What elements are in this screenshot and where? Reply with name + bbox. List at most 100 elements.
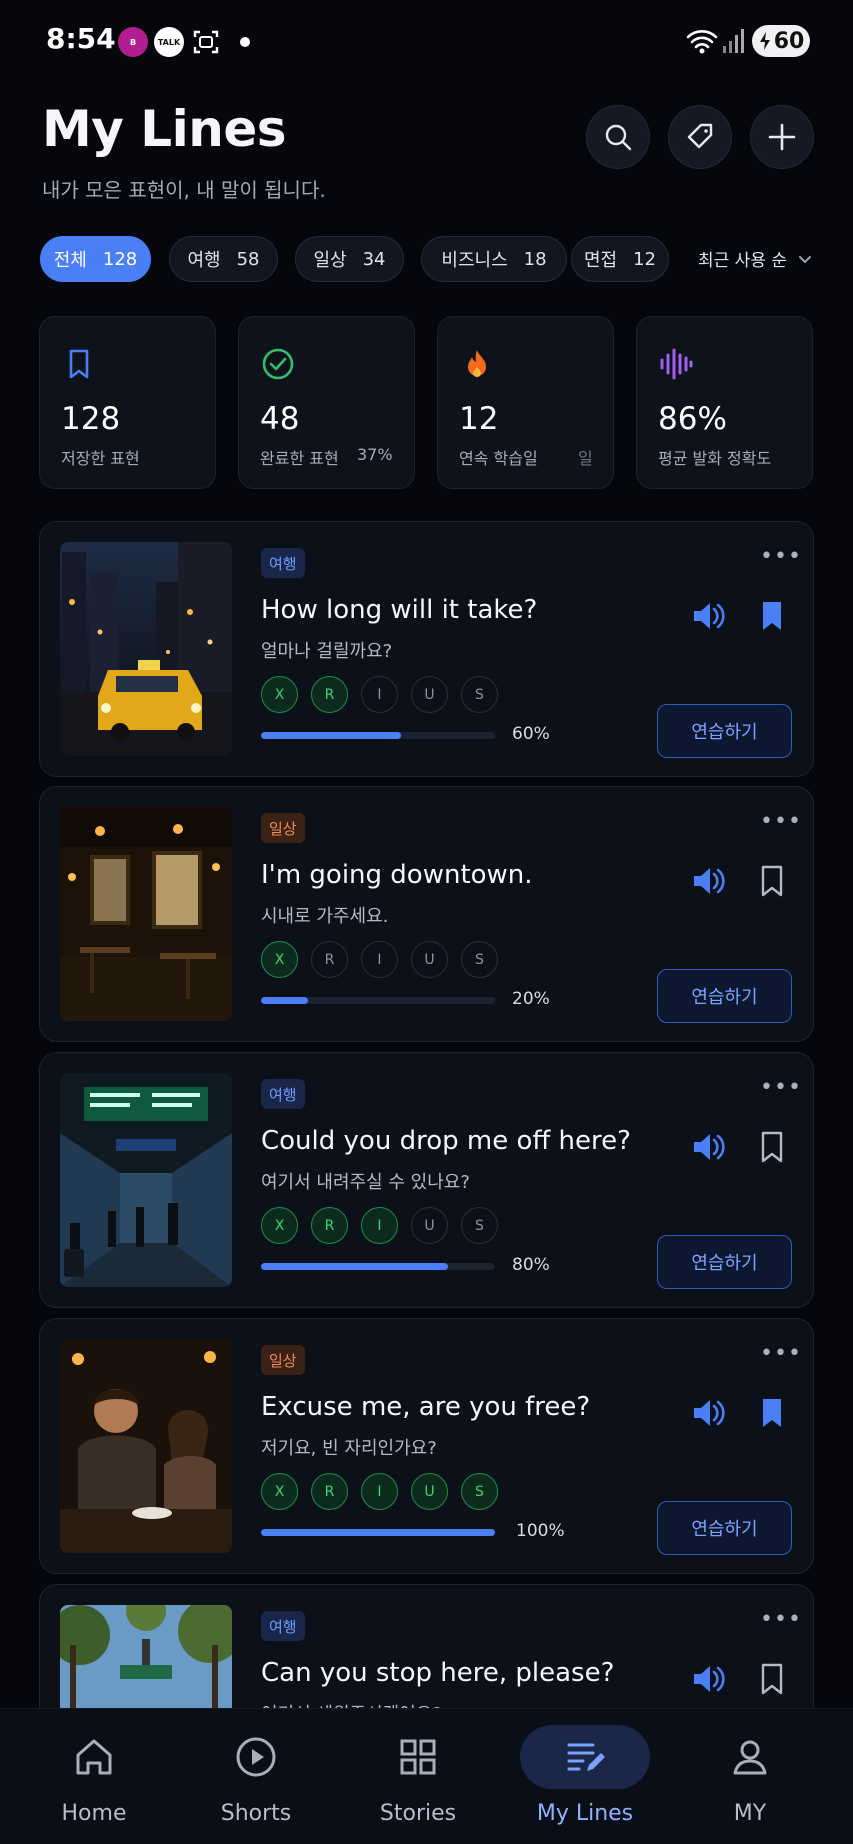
chip-count: 18 bbox=[523, 248, 547, 270]
category-tag: 여행 bbox=[261, 548, 305, 578]
english-phrase: Could you drop me off here? bbox=[261, 1126, 631, 1156]
nav-label: My Lines bbox=[536, 1801, 634, 1826]
status-time: 8:54 bbox=[46, 22, 116, 55]
stage-i: I bbox=[361, 941, 398, 978]
screenshot-icon bbox=[191, 27, 221, 57]
progress-fill bbox=[261, 1529, 495, 1536]
category-tag: 여행 bbox=[261, 1079, 305, 1109]
chip-count: 58 bbox=[236, 248, 260, 270]
filter-chip-travel[interactable]: 여행 58 bbox=[169, 236, 278, 282]
bookmark-icon bbox=[69, 349, 89, 379]
nav-item-shorts[interactable]: Shorts bbox=[176, 1709, 336, 1844]
bookmark-outline-icon[interactable] bbox=[754, 863, 790, 899]
more-options-button[interactable]: ••• bbox=[760, 544, 802, 569]
busan-food-icon: B bbox=[118, 27, 148, 57]
stage-s: S bbox=[461, 1207, 498, 1244]
nav-item-stories[interactable]: Stories bbox=[338, 1709, 498, 1844]
practice-button[interactable]: 연습하기 bbox=[657, 1235, 792, 1289]
add-line-button[interactable] bbox=[750, 105, 814, 169]
search-button[interactable] bbox=[586, 105, 650, 169]
stage-s: S bbox=[461, 676, 498, 713]
korean-translation: 저기요, 빈 자리인가요? bbox=[261, 1438, 437, 1459]
person-icon bbox=[733, 1740, 767, 1775]
stage-r: R bbox=[311, 676, 348, 713]
more-options-button[interactable]: ••• bbox=[760, 1341, 802, 1366]
stat-label: 연속 학습일 bbox=[459, 449, 538, 468]
home-icon bbox=[76, 1739, 112, 1775]
progress-fill bbox=[261, 997, 308, 1004]
scene-image-city-taxi bbox=[60, 542, 232, 756]
progress-percent: 80% bbox=[512, 1255, 550, 1275]
grid-icon bbox=[400, 1739, 436, 1775]
stage-indicators: X R I U S bbox=[261, 1207, 498, 1244]
stage-s: S bbox=[461, 1473, 498, 1510]
filter-chip-all[interactable]: 전체 128 bbox=[40, 236, 151, 282]
progress-percent: 100% bbox=[516, 1521, 565, 1541]
nav-label: Stories bbox=[379, 1801, 457, 1826]
nav-item-home[interactable]: Home bbox=[14, 1709, 174, 1844]
practice-button[interactable]: 연습하기 bbox=[657, 704, 792, 758]
search-icon bbox=[605, 124, 632, 151]
stage-x: X bbox=[261, 676, 298, 713]
tag-button[interactable] bbox=[668, 105, 732, 169]
speaker-icon[interactable] bbox=[690, 863, 726, 899]
speaker-icon[interactable] bbox=[690, 1395, 726, 1431]
nav-label: MY bbox=[733, 1801, 767, 1826]
speaker-icon[interactable] bbox=[690, 1661, 726, 1697]
bookmark-filled-icon[interactable] bbox=[754, 1395, 790, 1431]
more-options-button[interactable]: ••• bbox=[760, 1607, 802, 1632]
filter-chip-interview[interactable]: 면접 12 bbox=[571, 236, 669, 282]
tag-icon bbox=[687, 123, 713, 149]
stat-value: 12 bbox=[459, 401, 499, 437]
flame-icon bbox=[468, 350, 486, 377]
chip-count: 34 bbox=[362, 248, 386, 270]
progress-bar bbox=[261, 1529, 495, 1536]
english-phrase: Can you stop here, please? bbox=[261, 1658, 615, 1688]
stat-card-completed: 48 완료한 표현 37% bbox=[238, 316, 415, 489]
more-options-button[interactable]: ••• bbox=[760, 1075, 802, 1100]
progress-bar bbox=[261, 1263, 495, 1270]
speaker-icon[interactable] bbox=[690, 598, 726, 634]
line-card[interactable]: 일상 ••• I'm going downtown. 시내로 가주세요. X R… bbox=[39, 786, 814, 1042]
korean-translation: 얼마나 걸릴까요? bbox=[261, 641, 393, 662]
chip-label: 면접 bbox=[583, 250, 618, 271]
stage-indicators: X R I U S bbox=[261, 1473, 498, 1510]
more-options-button[interactable]: ••• bbox=[760, 809, 802, 834]
stat-card-saved: 128 저장한 표현 bbox=[39, 316, 216, 489]
korean-translation: 시내로 가주세요. bbox=[261, 906, 389, 927]
speaker-icon[interactable] bbox=[690, 1129, 726, 1165]
scene-image-airport bbox=[60, 1073, 232, 1287]
stage-i: I bbox=[361, 676, 398, 713]
nav-item-my[interactable]: MY bbox=[670, 1709, 830, 1844]
progress-fill bbox=[261, 1263, 449, 1270]
progress-fill bbox=[261, 732, 402, 739]
filter-chip-business[interactable]: 비즈니스 18 bbox=[421, 236, 567, 282]
bottom-navigation: Home Shorts Stories My Lines MY bbox=[0, 1708, 853, 1844]
stage-indicators: X R I U S bbox=[261, 676, 498, 713]
english-phrase: How long will it take? bbox=[261, 595, 538, 625]
stage-u: U bbox=[411, 1473, 448, 1510]
chip-label: 전체 bbox=[53, 250, 87, 271]
practice-button[interactable]: 연습하기 bbox=[657, 969, 792, 1023]
notes-edit-icon bbox=[567, 1743, 605, 1771]
progress-bar bbox=[261, 997, 495, 1004]
category-tag: 일상 bbox=[261, 1345, 305, 1375]
stage-i: I bbox=[361, 1207, 398, 1244]
nav-item-my-lines[interactable]: My Lines bbox=[505, 1709, 665, 1844]
chip-label: 여행 bbox=[187, 250, 221, 271]
filter-chip-daily[interactable]: 일상 34 bbox=[295, 236, 404, 282]
stat-card-streak: 12 연속 학습일 일 bbox=[437, 316, 614, 489]
chip-label: 일상 bbox=[313, 250, 347, 271]
stage-u: U bbox=[411, 941, 448, 978]
line-card[interactable]: 여행 ••• How long will it take? 얼마나 걸릴까요? … bbox=[39, 521, 814, 777]
bookmark-outline-icon[interactable] bbox=[754, 1661, 790, 1697]
practice-button[interactable]: 연습하기 bbox=[657, 1501, 792, 1555]
line-card[interactable]: 일상 ••• Excuse me, are you free? 저기요, 빈 자… bbox=[39, 1318, 814, 1574]
progress-percent: 20% bbox=[512, 989, 550, 1009]
bookmark-filled-icon[interactable] bbox=[754, 598, 790, 634]
bookmark-outline-icon[interactable] bbox=[754, 1129, 790, 1165]
plus-icon bbox=[768, 123, 796, 151]
line-card[interactable]: 여행 ••• Could you drop me off here? 여기서 내… bbox=[39, 1052, 814, 1308]
chip-count: 12 bbox=[633, 248, 657, 270]
sort-dropdown[interactable]: 최근 사용 순 bbox=[698, 246, 813, 271]
